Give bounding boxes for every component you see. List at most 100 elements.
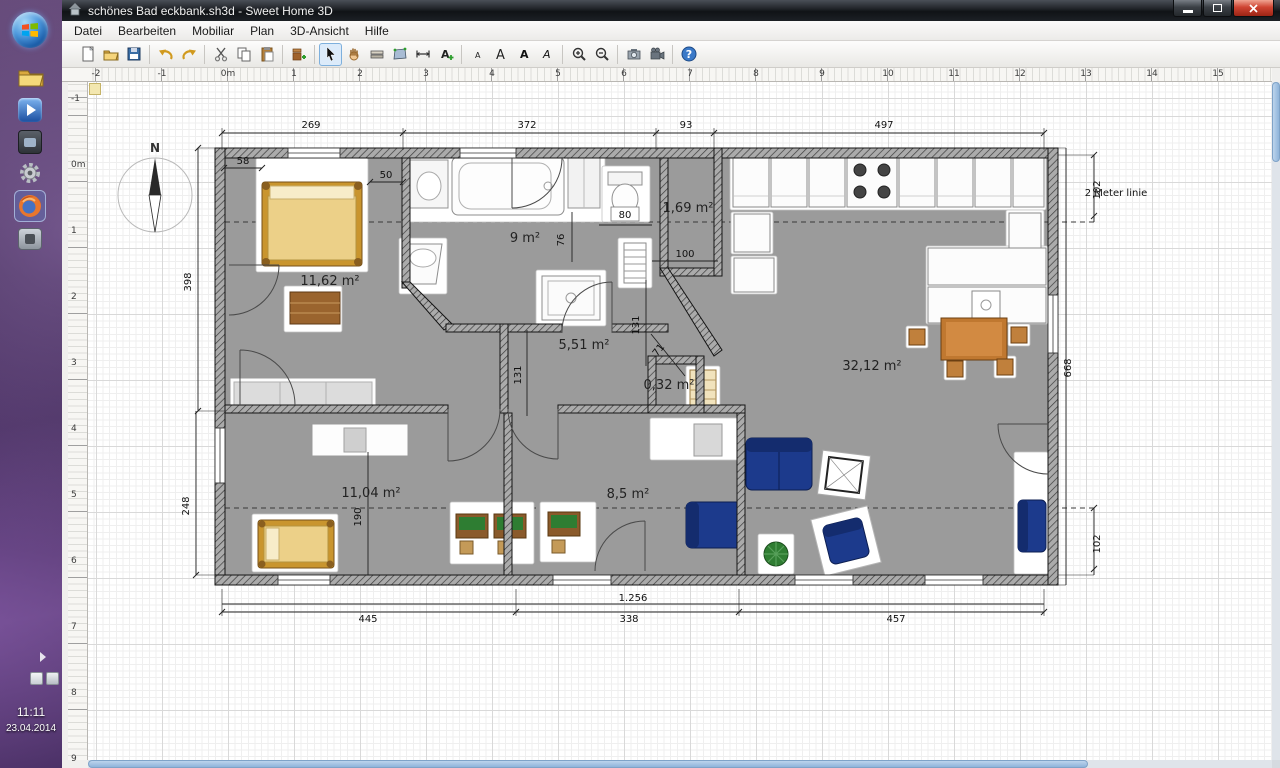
dimension-label[interactable]: 93 xyxy=(680,120,693,131)
furniture-cabinet-small[interactable] xyxy=(694,424,722,456)
create-dimensions-button[interactable] xyxy=(411,43,434,66)
dimension-label[interactable]: 269 xyxy=(301,120,320,131)
room-area-label[interactable]: 5,51 m² xyxy=(559,338,610,353)
dimension-label[interactable]: 457 xyxy=(886,614,905,625)
dimension-label[interactable]: 248 xyxy=(181,496,192,515)
dimension-label[interactable]: 131 xyxy=(631,315,642,334)
titlebar[interactable]: schönes Bad eckbank.sh3d - Sweet Home 3D xyxy=(62,0,1280,21)
new-plan-button[interactable] xyxy=(76,43,99,66)
dimension-label[interactable]: 76 xyxy=(556,234,567,247)
dimension-label[interactable]: 100 xyxy=(675,249,694,260)
menu-item-datei[interactable]: Datei xyxy=(66,22,110,40)
create-photo-button[interactable] xyxy=(622,43,645,66)
increase-text-size-button[interactable]: A xyxy=(489,43,512,66)
furniture-coffee-table[interactable] xyxy=(817,450,870,500)
furniture-bathtub[interactable] xyxy=(452,157,564,215)
close-button[interactable] xyxy=(1233,0,1274,17)
furniture-sofa-large[interactable] xyxy=(746,438,812,490)
menu-item-mobiliar[interactable]: Mobiliar xyxy=(184,22,242,40)
furniture-kitchen-appliances[interactable] xyxy=(733,155,1044,207)
zoom-out-button[interactable] xyxy=(590,43,613,66)
taskbar-icon-settings[interactable] xyxy=(18,161,42,185)
dimension-label[interactable]: 338 xyxy=(619,614,638,625)
dimension-label[interactable]: 80 xyxy=(619,210,632,221)
add-text-button[interactable]: A xyxy=(434,43,457,66)
menu-item-bearbeiten[interactable]: Bearbeiten xyxy=(110,22,184,40)
tray-icon-a[interactable] xyxy=(30,672,43,685)
bold-button[interactable]: A xyxy=(512,43,535,66)
furniture-bed-double[interactable] xyxy=(262,182,362,266)
taskbar-icon-folder[interactable] xyxy=(18,66,44,88)
dimension-label[interactable]: 50 xyxy=(380,170,393,181)
furniture-dresser[interactable] xyxy=(290,292,340,324)
italic-button[interactable]: A xyxy=(535,43,558,66)
furniture-chair[interactable] xyxy=(1011,327,1027,343)
taskbar-icon-media-player[interactable] xyxy=(18,98,42,122)
furniture-sofa-small[interactable] xyxy=(1018,500,1046,552)
dimension-label[interactable]: 2 Meter linie xyxy=(1085,188,1148,199)
create-rooms-button[interactable] xyxy=(388,43,411,66)
furniture-chair[interactable] xyxy=(947,361,963,377)
start-button[interactable] xyxy=(12,12,48,48)
plan-canvas[interactable]: N 26937293497585080100761317113139824819… xyxy=(88,82,1272,760)
decrease-text-size-button[interactable]: A xyxy=(466,43,489,66)
furniture-plant[interactable] xyxy=(764,542,788,566)
dimension-label[interactable]: 1.256 xyxy=(619,593,648,604)
menu-item-plan[interactable]: Plan xyxy=(242,22,282,40)
room-area-label[interactable]: 0,32 m² xyxy=(644,378,695,393)
room-area-label[interactable]: 11,04 m² xyxy=(341,486,400,501)
room-area-label[interactable]: 9 m² xyxy=(510,231,540,246)
create-walls-button[interactable] xyxy=(365,43,388,66)
dimension-label[interactable]: 497 xyxy=(874,120,893,131)
menu-item-3d-ansicht[interactable]: 3D-Ansicht xyxy=(282,22,357,40)
dimension-label[interactable]: 668 xyxy=(1063,358,1074,377)
compass[interactable]: N xyxy=(118,141,192,232)
redo-button[interactable] xyxy=(177,43,200,66)
room-area-label[interactable]: 32,12 m² xyxy=(842,359,901,374)
furniture-sofa-medium[interactable] xyxy=(686,502,742,548)
furniture-bed-single[interactable] xyxy=(258,520,334,568)
vertical-scrollbar-thumb[interactable] xyxy=(1272,82,1280,162)
create-video-button[interactable] xyxy=(645,43,668,66)
dimension-label[interactable]: 102 xyxy=(1092,534,1103,553)
furniture-towel-radiator[interactable] xyxy=(624,243,646,283)
room-area-label[interactable]: 11,62 m² xyxy=(300,274,359,289)
taskbar-date[interactable]: 23.04.2014 xyxy=(0,723,62,734)
tray-expand-arrow-icon[interactable] xyxy=(40,652,46,662)
furniture-counter[interactable] xyxy=(928,248,1046,323)
furniture-cabinet-right[interactable] xyxy=(1009,213,1041,253)
minimize-button[interactable] xyxy=(1173,0,1202,17)
dimension-label[interactable]: 398 xyxy=(183,272,194,291)
dimension-label[interactable]: 58 xyxy=(237,156,250,167)
furniture-bath-cabinet[interactable] xyxy=(568,158,600,208)
taskbar-icon-dark-app[interactable] xyxy=(18,130,42,154)
select-button[interactable] xyxy=(319,43,342,66)
room-area-label[interactable]: 1,69 m² xyxy=(663,201,714,216)
taskbar-clock[interactable]: 11:11 xyxy=(0,705,62,719)
pan-button[interactable] xyxy=(342,43,365,66)
furniture-chair[interactable] xyxy=(909,329,925,345)
furniture-shower-basin[interactable] xyxy=(542,276,600,320)
save-plan-button[interactable] xyxy=(122,43,145,66)
room-area-label[interactable]: 8,5 m² xyxy=(607,487,650,502)
tray-icon-b[interactable] xyxy=(46,672,59,685)
menu-item-hilfe[interactable]: Hilfe xyxy=(357,22,397,40)
horizontal-scrollbar-thumb[interactable] xyxy=(88,760,1088,768)
dimension-label[interactable]: 445 xyxy=(358,614,377,625)
add-furniture-button[interactable] xyxy=(287,43,310,66)
maximize-button[interactable] xyxy=(1203,0,1232,17)
open-plan-button[interactable] xyxy=(99,43,122,66)
dimension-label[interactable]: 190 xyxy=(353,507,364,526)
help-button[interactable]: ? xyxy=(677,43,700,66)
horizontal-scrollbar[interactable] xyxy=(88,760,1272,768)
dimension-label[interactable]: 131 xyxy=(513,365,524,384)
vertical-scrollbar[interactable] xyxy=(1272,82,1280,760)
undo-button[interactable] xyxy=(154,43,177,66)
paste-button[interactable] xyxy=(255,43,278,66)
dimension-label[interactable]: 372 xyxy=(517,120,536,131)
furniture-dining-table[interactable] xyxy=(941,318,1007,360)
furniture-chair[interactable] xyxy=(997,359,1013,375)
copy-button[interactable] xyxy=(232,43,255,66)
cut-button[interactable] xyxy=(209,43,232,66)
zoom-in-button[interactable] xyxy=(567,43,590,66)
